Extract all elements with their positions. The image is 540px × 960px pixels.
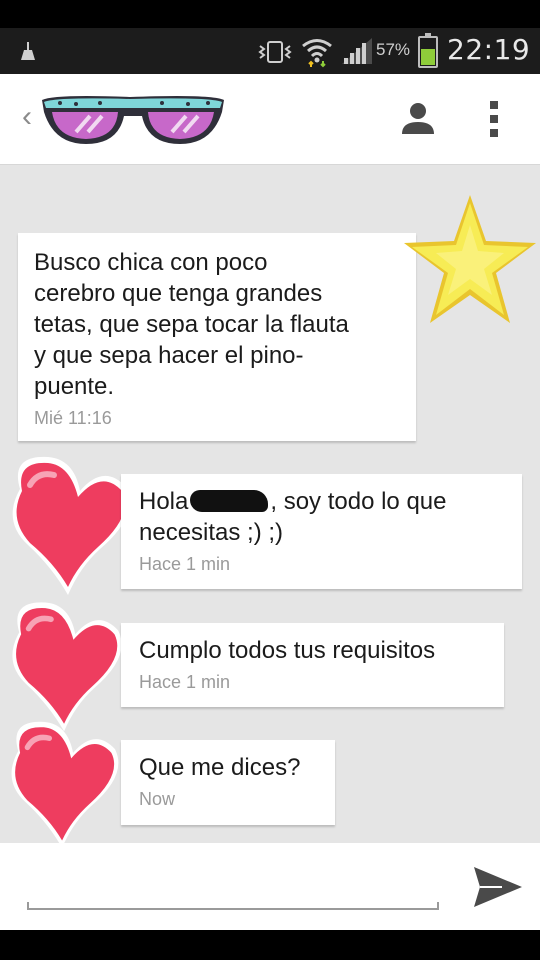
clock: 22:19 (447, 33, 531, 66)
person-icon[interactable] (400, 100, 436, 136)
message-bubble-received[interactable]: Busco chica con poco cerebro que tenga g… (18, 233, 416, 441)
message-line: cerebro que tenga grandes (34, 280, 323, 307)
message-text: Que me dices? (139, 754, 301, 781)
heart-icon (11, 721, 119, 843)
message-timestamp: Hace 1 min (139, 672, 231, 692)
message-text-part: , soy todo lo que (270, 488, 447, 515)
redacted-name (190, 490, 269, 512)
battery-icon (418, 33, 438, 68)
message-line: tetas, que sepa tocar la flauta (34, 311, 349, 338)
message-line: necesitas ;) ;) (139, 519, 284, 546)
navigation-bar (0, 930, 540, 960)
app-bar: ‹ (0, 74, 540, 165)
message-text: Busco chica con poco cerebro que tenga g… (34, 247, 400, 402)
cleaner-icon (21, 42, 35, 60)
status-bar-top-strip (0, 0, 540, 28)
message-text-part: Hola (139, 488, 189, 515)
message-timestamp: Mié 11:16 (34, 408, 112, 428)
vibrate-icon (258, 41, 292, 63)
message-line: Busco chica con poco (34, 249, 268, 276)
status-bar: 57% 22:19 (0, 28, 540, 74)
message-line: puente. (34, 373, 115, 400)
heart-icon (12, 456, 130, 595)
message-timestamp: Hace 1 min (139, 554, 231, 574)
message-bubble-sent[interactable]: Que me dices? Now (121, 740, 335, 825)
wifi-icon (302, 39, 332, 68)
signal-icon (342, 38, 372, 64)
message-text: Cumplo todos tus requisitos (139, 637, 436, 664)
message-input[interactable] (27, 902, 439, 910)
message-composer (0, 843, 540, 930)
conversation[interactable]: Busco chica con poco cerebro que tenga g… (0, 165, 540, 843)
message-bubble-sent[interactable]: Hola , soy todo lo que necesitas ;) ;) Ha… (121, 474, 522, 589)
sunglasses-avatar[interactable] (30, 84, 236, 156)
battery-level (421, 49, 435, 65)
message-text: Hola , soy todo lo que necesitas ;) ;) (139, 486, 504, 548)
battery-percent: 57% (376, 40, 411, 59)
message-timestamp: Now (139, 789, 176, 809)
overflow-menu-icon[interactable] (488, 99, 502, 139)
send-icon[interactable] (472, 863, 524, 911)
message-line: y que sepa hacer el pino- (34, 342, 304, 369)
star-icon (404, 195, 536, 323)
message-bubble-sent[interactable]: Cumplo todos tus requisitos Hace 1 min (121, 623, 504, 707)
